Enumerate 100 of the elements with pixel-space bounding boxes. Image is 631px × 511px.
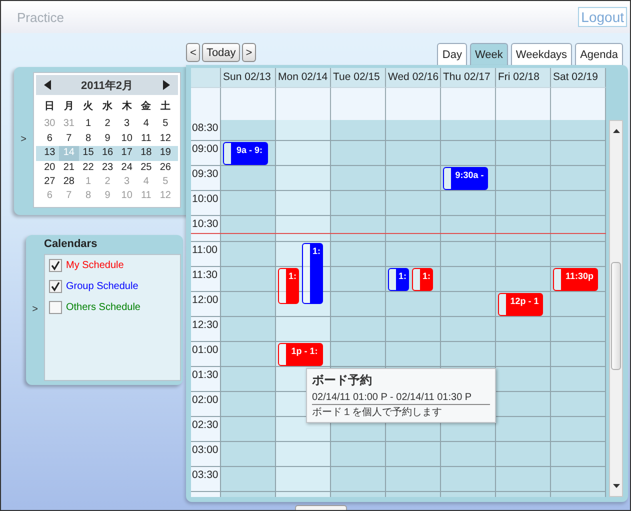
event-block[interactable]: 11:30p — [553, 268, 598, 291]
left-arrow-icon[interactable] — [44, 80, 51, 90]
previous-button[interactable]: < — [186, 43, 200, 62]
scroll-up-icon[interactable] — [613, 129, 620, 133]
day-header: Sun 02/13 — [221, 68, 276, 87]
calendar-day[interactable]: 5 — [156, 117, 176, 132]
checkbox[interactable] — [49, 259, 62, 272]
calendar-day[interactable]: 7 — [59, 132, 79, 146]
calendar-day[interactable]: 17 — [117, 146, 136, 161]
event-block[interactable]: 1: — [302, 243, 323, 304]
checkbox[interactable] — [49, 280, 62, 293]
all-day-corner — [191, 87, 221, 120]
calendar-label: My Schedule — [66, 260, 124, 271]
calendar-day[interactable]: 11 — [136, 132, 156, 146]
scrollbar[interactable] — [609, 120, 623, 497]
all-day-slot[interactable] — [551, 87, 606, 120]
calendar-day[interactable]: 10 — [117, 132, 136, 146]
week-row[interactable]: 20 21 22 23 24 25 26 — [36, 160, 178, 176]
calendar-day[interactable]: 3 — [117, 117, 136, 132]
calendar-day[interactable]: 21 — [59, 160, 79, 176]
event-block[interactable]: 1p - 1: — [278, 343, 323, 366]
tooltip-time-range: 02/14/11 01:00 P - 02/14/11 01:30 P — [312, 392, 490, 405]
day-header: Thu 02/17 — [441, 68, 496, 87]
time-label: 10:00 — [191, 191, 221, 215]
scroll-down-icon[interactable] — [613, 484, 620, 488]
weekday-label: 土 — [159, 100, 172, 114]
view-tab[interactable]: Day — [437, 43, 467, 65]
weekday-label: 木 — [120, 100, 133, 114]
header-corner — [191, 68, 221, 87]
calendar-day[interactable]: 8 — [78, 132, 98, 146]
week-row[interactable]: 13 14 15 16 17 18 19 — [36, 146, 178, 161]
calendar-label: Others Schedule — [66, 302, 140, 313]
view-tab[interactable]: Agenda — [575, 43, 623, 65]
calendar-day[interactable]: 23 — [98, 160, 118, 176]
all-day-slot[interactable] — [441, 87, 496, 120]
time-label: 11:30 — [191, 267, 221, 291]
scrollbar-thumb[interactable] — [611, 262, 621, 370]
next-button[interactable]: > — [242, 43, 256, 62]
calendar-day[interactable]: 12 — [156, 132, 176, 146]
calendar-day[interactable]: 26 — [156, 160, 176, 176]
calendar-label: Group Schedule — [66, 281, 138, 292]
week-row[interactable]: 30 31 1 2 3 4 5 — [36, 117, 178, 132]
calendar-day[interactable]: 6 — [40, 132, 60, 146]
time-label: 09:00 — [191, 141, 221, 165]
time-label: 01:30 — [191, 367, 221, 391]
right-arrow-icon[interactable] — [162, 80, 170, 90]
time-label: 10:30 — [191, 216, 221, 241]
calendar-day[interactable]: 22 — [78, 160, 98, 176]
time-label: 08:30 — [191, 120, 221, 140]
view-tab[interactable]: Week — [470, 43, 508, 65]
calendar-day[interactable]: 24 — [117, 160, 136, 176]
time-label: 02:00 — [191, 392, 221, 416]
time-label: 01:00 — [191, 342, 221, 366]
all-day-slot[interactable] — [386, 87, 441, 120]
calendar-day[interactable]: 15 — [78, 146, 98, 161]
calendar-day[interactable]: 16 — [98, 146, 118, 161]
all-day-slot[interactable] — [496, 87, 551, 120]
calendar-day[interactable]: 19 — [156, 146, 176, 161]
time-label: 12:30 — [191, 317, 221, 341]
checkbox[interactable] — [49, 301, 62, 314]
weekday-label: 火 — [82, 100, 94, 114]
week-row[interactable]: 6 7 8 9 10 11 12 — [36, 132, 178, 146]
time-label: 09:30 — [191, 166, 221, 190]
time-label: 11:00 — [191, 242, 221, 266]
expand-toggle[interactable]: > — [14, 134, 33, 145]
event-block[interactable]: 9:30a - — [443, 167, 488, 190]
time-label: 02:30 — [191, 417, 221, 441]
calendar-day[interactable]: 2 — [98, 117, 118, 132]
time-label: 12:00 — [191, 292, 221, 316]
calendar-day[interactable]: 9 — [98, 132, 118, 146]
weekday-label: 日 — [44, 100, 56, 114]
day-header: Wed 02/16 — [386, 68, 441, 87]
all-day-slot[interactable] — [331, 87, 386, 120]
event-block[interactable]: 12p - 1 — [498, 293, 543, 316]
weekday-label: 月 — [62, 100, 75, 114]
today-button[interactable]: Today — [202, 43, 240, 62]
calendar-day[interactable]: 27 — [40, 175, 60, 190]
time-label: 03:00 — [191, 442, 221, 466]
calendar-day[interactable]: 1 — [78, 117, 98, 132]
tooltip-title: ボード予約 — [312, 372, 373, 389]
day-header: Tue 02/15 — [331, 68, 386, 87]
event-block[interactable]: 1: — [388, 268, 409, 291]
time-label: 03:30 — [191, 467, 221, 491]
event-block[interactable]: 1: — [412, 268, 433, 291]
day-header: Fri 02/18 — [496, 68, 551, 87]
calendar-day[interactable]: 4 — [136, 117, 156, 132]
event-block[interactable]: 9a - 9: — [223, 142, 268, 165]
calendar-day[interactable]: 20 — [40, 160, 60, 176]
all-day-slot[interactable] — [276, 87, 331, 120]
calendar-day[interactable]: 25 — [136, 160, 156, 176]
week-row[interactable]: 27 28 1 2 3 4 5 — [36, 175, 178, 190]
calendar-day[interactable]: 28 — [59, 175, 79, 190]
tooltip-description: ボード１を個人で予約します — [312, 406, 443, 419]
event-block[interactable]: 1: — [278, 268, 299, 304]
calendars-title: Calendars — [44, 238, 98, 252]
calendar-day[interactable]: 18 — [136, 146, 156, 161]
view-tab[interactable]: Weekdays — [510, 43, 572, 65]
expand-toggle[interactable]: > — [26, 304, 44, 315]
calendar-day[interactable]: 13 — [40, 146, 60, 161]
all-day-slot[interactable] — [221, 87, 276, 120]
